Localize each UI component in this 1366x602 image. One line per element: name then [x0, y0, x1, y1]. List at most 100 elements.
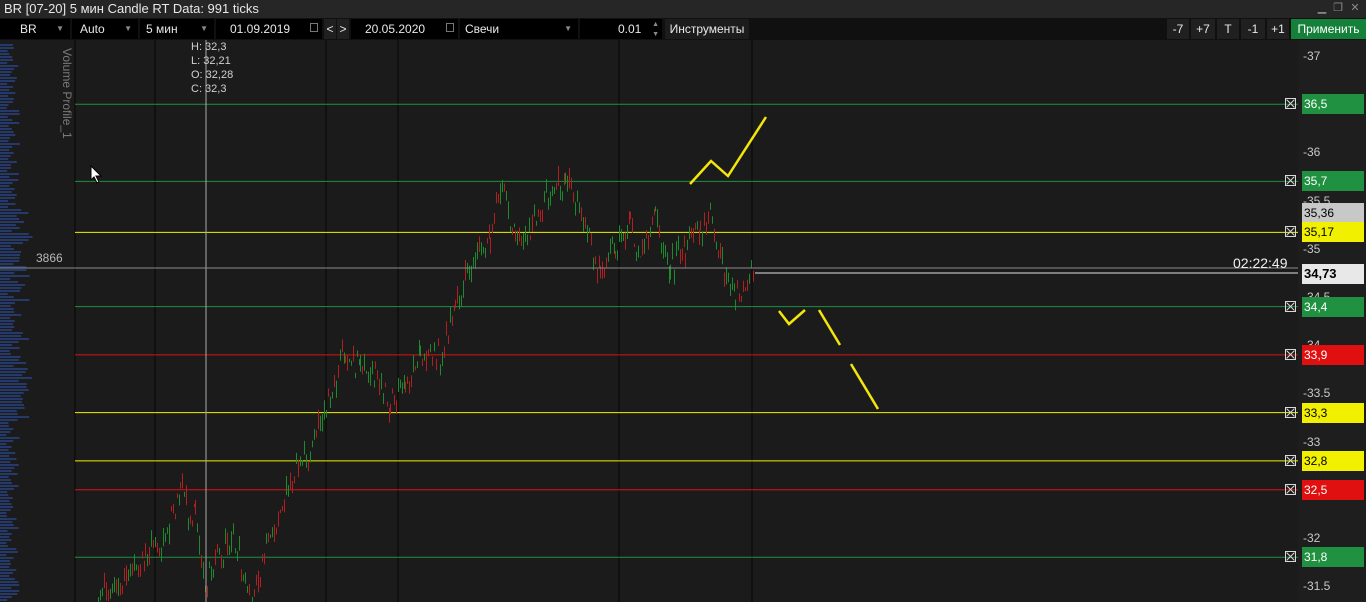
volume-bar: [0, 161, 17, 163]
restore-icon[interactable]: ❐: [1332, 1, 1344, 15]
volume-bar: [0, 305, 11, 307]
volume-bar: [0, 545, 8, 547]
volume-bar: [0, 455, 10, 457]
axis-tick-label: -36: [1303, 145, 1321, 160]
volume-bar: [0, 272, 15, 274]
volume-bar: [0, 386, 27, 388]
nav-prev-button[interactable]: <: [324, 19, 336, 39]
volume-bar: [0, 503, 12, 505]
volume-bar: [0, 98, 14, 100]
volume-bar: [0, 344, 13, 346]
volume-bar: [0, 62, 8, 64]
remove-level-icon[interactable]: [1285, 551, 1296, 563]
t-button[interactable]: T: [1217, 19, 1239, 39]
volume-bar: [0, 263, 14, 265]
volume-bar: [0, 422, 9, 424]
volume-bar: [0, 599, 8, 601]
volume-bar: [0, 203, 16, 205]
timeframe-select[interactable]: 5 мин ▼: [140, 19, 214, 39]
volume-bar: [0, 440, 14, 442]
volume-bar: [0, 278, 11, 280]
volume-bar: [0, 389, 29, 391]
level-price-badge: 31,8: [1302, 547, 1364, 568]
instruments-button[interactable]: Инструменты: [665, 19, 749, 39]
volume-bar: [0, 197, 16, 199]
volume-bar: [0, 251, 22, 253]
remove-level-icon[interactable]: [1285, 483, 1296, 495]
volume-bar: [0, 311, 15, 313]
remove-level-icon[interactable]: [1285, 406, 1296, 418]
chart-background: [0, 40, 1366, 602]
calendar-icon[interactable]: [310, 23, 318, 32]
nav-next-button[interactable]: >: [337, 19, 349, 39]
date-to-value: 20.05.2020: [365, 22, 426, 36]
close-icon[interactable]: ✕: [1349, 1, 1361, 15]
volume-bar: [0, 170, 8, 172]
volume-bar: [0, 173, 19, 175]
remove-level-icon[interactable]: [1285, 98, 1296, 110]
volume-bar: [0, 167, 11, 169]
volume-bar: [0, 509, 11, 511]
mode-select[interactable]: Auto ▼: [72, 19, 138, 39]
volume-bar: [0, 245, 11, 247]
volume-bar: [0, 515, 7, 517]
remove-level-icon[interactable]: [1285, 348, 1296, 360]
date-to-field[interactable]: 20.05.2020: [351, 19, 458, 39]
remove-level-icon[interactable]: [1285, 226, 1296, 238]
volume-bar: [0, 506, 14, 508]
apply-button[interactable]: Применить: [1291, 19, 1366, 39]
level-price-badge: 35,36: [1302, 203, 1364, 223]
volume-bar: [0, 587, 12, 589]
volume-bar: [0, 476, 9, 478]
volume-bar: [0, 233, 29, 235]
volume-bar: [0, 479, 11, 481]
volume-bar: [0, 287, 22, 289]
plus7-button[interactable]: +7: [1191, 19, 1215, 39]
minus1-button[interactable]: -1: [1241, 19, 1265, 39]
volume-bar: [0, 368, 28, 370]
ohlc-low: L: 32,21: [191, 55, 231, 67]
volume-bar: [0, 557, 14, 559]
calendar-icon[interactable]: [446, 23, 454, 32]
remove-level-icon[interactable]: [1285, 175, 1296, 187]
volume-bar: [0, 467, 15, 469]
step-stepper[interactable]: 0.01 ▲ ▼: [580, 19, 662, 39]
remove-level-icon[interactable]: [1285, 300, 1296, 312]
axis-tick-label: -35: [1303, 241, 1321, 256]
chevron-down-icon: ▼: [564, 24, 572, 33]
volume-bar: [0, 65, 19, 67]
axis-tick-label: -32: [1303, 531, 1321, 545]
price-chart[interactable]: [0, 40, 1366, 602]
minus7-button[interactable]: -7: [1167, 19, 1189, 39]
volume-bar: [0, 131, 14, 133]
volume-bar: [0, 398, 23, 400]
volume-bar: [0, 584, 20, 586]
symbol-value: BR: [20, 22, 37, 36]
volume-bar: [0, 359, 19, 361]
level-price-badge: 34,4: [1302, 296, 1364, 317]
date-from-field[interactable]: 01.09.2019: [216, 19, 322, 39]
timeframe-value: 5 мин: [146, 22, 178, 36]
volume-bar: [0, 410, 17, 412]
minimize-icon[interactable]: ▁: [1316, 1, 1328, 15]
volume-bar: [0, 470, 12, 472]
volume-bar: [0, 317, 11, 319]
volume-bar: [0, 80, 16, 82]
symbol-select[interactable]: BR ▼: [0, 19, 70, 39]
volume-bar: [0, 44, 13, 46]
volume-bar: [0, 92, 16, 94]
volume-bar: [0, 212, 29, 214]
volume-bar: [0, 437, 20, 439]
chart-type-select[interactable]: Свечи ▼: [460, 19, 578, 39]
volume-level-value: 3866: [36, 251, 63, 265]
volume-bar: [0, 326, 15, 328]
volume-bar: [0, 491, 8, 493]
volume-bar: [0, 50, 8, 52]
remove-level-icon[interactable]: [1285, 454, 1296, 466]
axis-tick-label: -31.5: [1303, 579, 1331, 594]
volume-bar: [0, 413, 18, 415]
volume-bar: [0, 494, 9, 496]
ohlc-readout: H: 32,3 L: 32,21 O: 32,28 C: 32,3: [191, 40, 233, 96]
plus1-button[interactable]: +1: [1267, 19, 1289, 39]
ohlc-open: O: 32,28: [191, 69, 234, 81]
